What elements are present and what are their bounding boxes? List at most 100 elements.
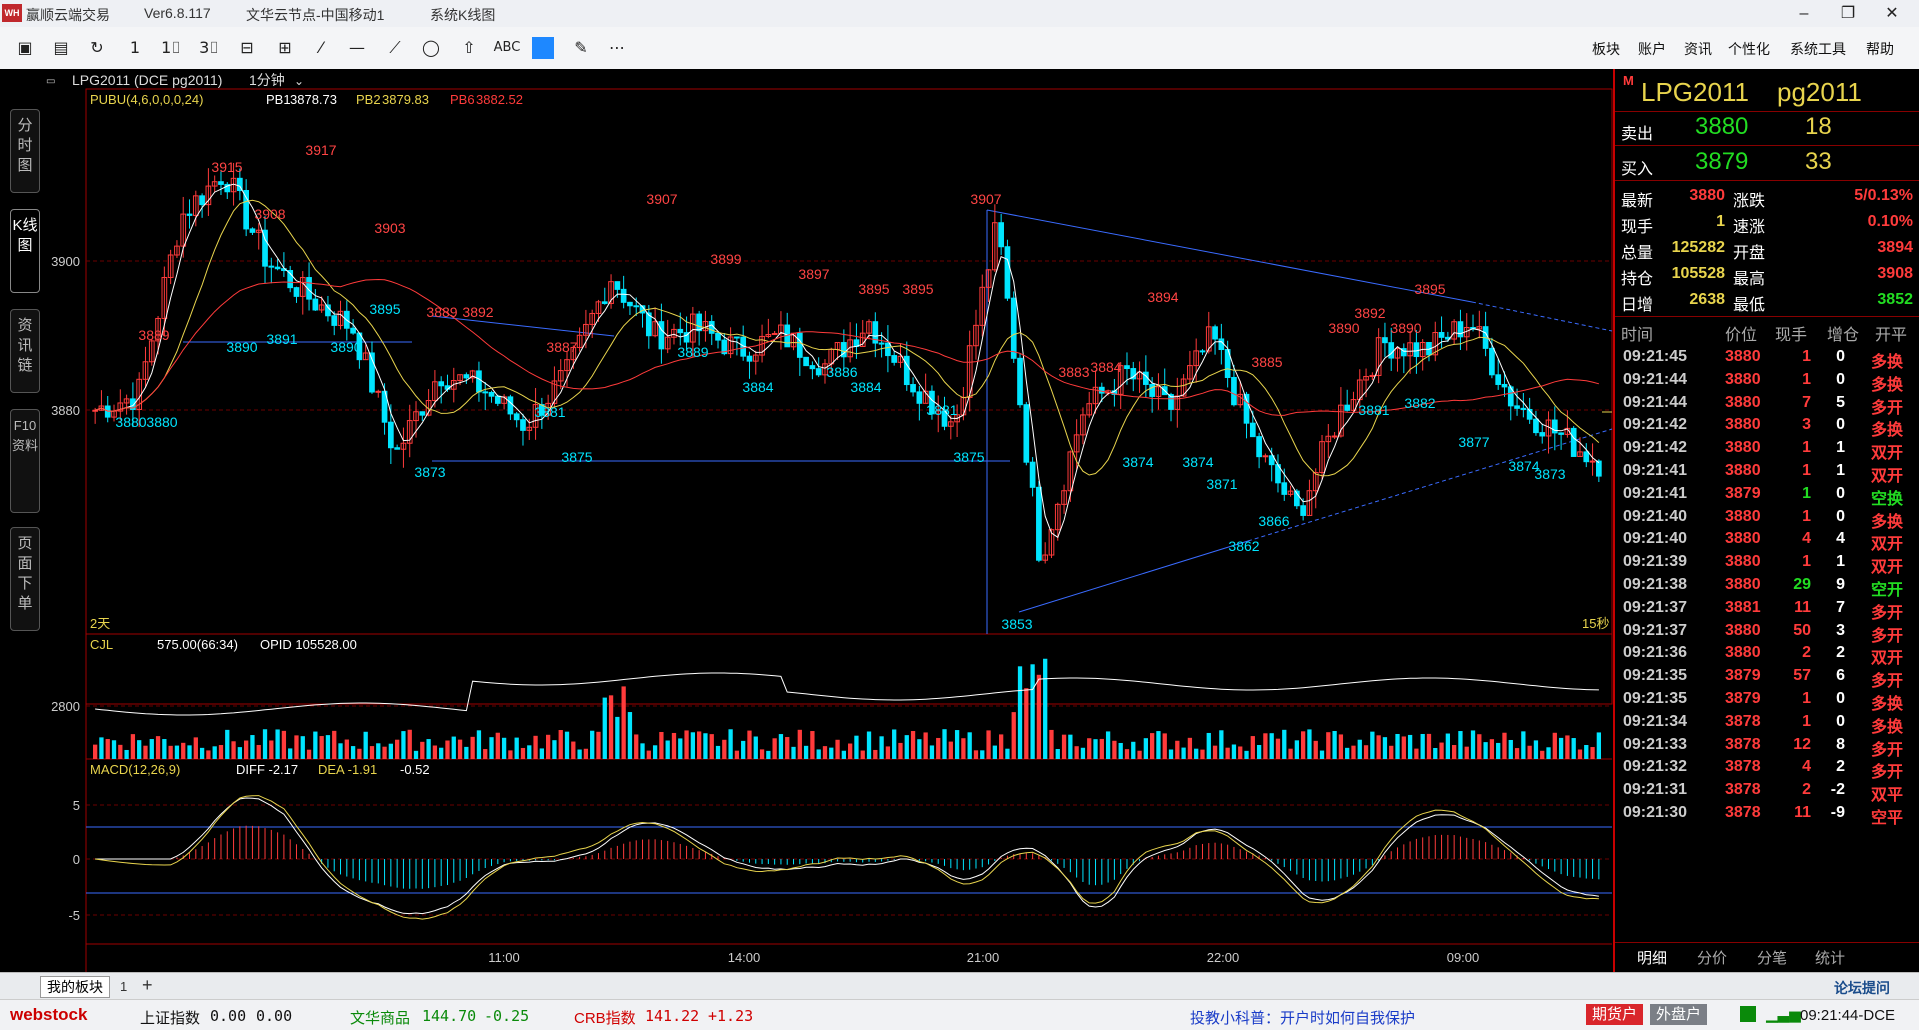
board-tab[interactable]: 我的板块 — [40, 976, 110, 998]
menu-account[interactable]: 账户 — [1638, 39, 1666, 59]
tick-row[interactable]: 09:21:38 3880 29 9 空开 — [1615, 574, 1919, 599]
menu-sectors[interactable]: 板块 — [1592, 39, 1620, 59]
high-label: 3897 — [798, 266, 829, 282]
high-label: 3894 — [1147, 289, 1178, 305]
eraser-icon[interactable]: ✎ — [568, 36, 594, 60]
tick-row[interactable]: 09:21:32 3878 4 2 多开 — [1615, 756, 1919, 781]
tick-row[interactable]: 09:21:34 3878 1 0 多换 — [1615, 711, 1919, 736]
tab-timeshare[interactable]: 分时图 — [10, 109, 40, 193]
layout-icon[interactable]: ▣ — [12, 36, 38, 60]
color-icon[interactable] — [532, 37, 554, 59]
forum-button[interactable]: 论坛提问 — [1834, 978, 1890, 998]
tick-row[interactable]: 09:21:44 3880 1 0 多换 — [1615, 369, 1919, 394]
tick-row[interactable]: 09:21:31 3878 2 -2 双平 — [1615, 779, 1919, 804]
kline-chart[interactable]: ▭ LPG2011 (DCE pg2011) 1分钟 ⌄ 3900 3880 2… — [42, 69, 1613, 972]
tick-row[interactable]: 09:21:42 3880 3 0 多换 — [1615, 414, 1919, 439]
foreign-account-button[interactable]: 外盘户 — [1650, 1004, 1708, 1025]
index2-value: 144.70 — [422, 1007, 477, 1025]
tick-row[interactable]: 09:21:37 3881 11 7 多开 — [1615, 597, 1919, 622]
menu-news[interactable]: 资讯 — [1684, 39, 1712, 59]
tick-time: 09:21:30 — [1623, 804, 1688, 821]
volume-bar — [1407, 734, 1413, 759]
volume-bar — [803, 745, 809, 759]
hline-tool-icon[interactable]: — — [344, 36, 370, 60]
tick-row[interactable]: 09:21:41 3879 1 0 空换 — [1615, 483, 1919, 508]
minimize-icon[interactable]: – — [1784, 2, 1824, 25]
tick-time: 09:21:35 — [1623, 690, 1688, 707]
chart-area[interactable]: ▭ LPG2011 (DCE pg2011) 1分钟 ⌄ 3900 3880 2… — [42, 69, 1613, 972]
low-label: 3873 — [1534, 466, 1565, 482]
tab-place-order[interactable]: 页面下单 — [10, 527, 40, 631]
menu-help[interactable]: 帮助 — [1866, 39, 1894, 59]
tick-row[interactable]: 09:21:33 3878 12 8 多开 — [1615, 734, 1919, 759]
main-indicator-name[interactable]: PUBU(4,6,0,0,0,24) — [90, 92, 203, 107]
tick-oi: -2 — [1830, 781, 1845, 799]
tick-oi: 5 — [1836, 393, 1845, 411]
tip-link[interactable]: 投教小科普：开户时如何自我保护 — [1190, 1007, 1415, 1028]
index2-name[interactable]: 文华商品 — [350, 1007, 410, 1028]
tick-row[interactable]: 09:21:40 3880 1 0 多换 — [1615, 506, 1919, 531]
tick-row[interactable]: 09:21:35 3879 1 0 多换 — [1615, 688, 1919, 713]
tab-f10[interactable]: F10资料 — [10, 409, 40, 513]
ellipse-tool-icon[interactable]: ◯ — [418, 36, 444, 60]
index3-name[interactable]: CRB指数 — [574, 1007, 636, 1028]
tick-row[interactable]: 09:21:30 3878 11 -9 空平 — [1615, 802, 1919, 827]
volume-bar — [527, 745, 532, 759]
tab-stats[interactable]: 统计 — [1815, 947, 1845, 968]
volume-bar — [1162, 733, 1167, 759]
volume-bar — [892, 729, 897, 759]
tick-row[interactable]: 09:21:41 3880 1 1 双开 — [1615, 460, 1919, 485]
cursor-icon[interactable]: 1 — [122, 36, 148, 60]
candle-icon[interactable]: 3⌷ — [196, 36, 222, 60]
tab-price-dist[interactable]: 分价 — [1697, 947, 1727, 968]
volume-bar — [1194, 748, 1199, 759]
tick-row[interactable]: 09:21:40 3880 4 4 双开 — [1615, 528, 1919, 553]
low-label: 3881 — [1358, 402, 1389, 418]
tick-row[interactable]: 09:21:39 3880 1 1 双开 — [1615, 551, 1919, 576]
tab-trades[interactable]: 分笔 — [1757, 947, 1787, 968]
refresh-icon[interactable]: ↻ — [84, 36, 110, 60]
tick-row[interactable]: 09:21:42 3880 1 1 双开 — [1615, 437, 1919, 462]
more-icon[interactable]: ⋯ — [604, 36, 630, 60]
split-icon[interactable]: ⊞ — [272, 36, 298, 60]
stat-label: 最低 — [1733, 297, 1766, 314]
pb2-value: 3879.83 — [382, 92, 429, 107]
save-icon[interactable]: ▤ — [48, 36, 74, 60]
text-tool-icon[interactable]: ABC — [490, 36, 524, 60]
bar-icon[interactable]: 1⌷ — [158, 36, 184, 60]
volume-bar — [1395, 733, 1400, 759]
index1-name[interactable]: 上证指数 — [140, 1007, 200, 1028]
board-page-num[interactable]: 1 — [120, 979, 127, 994]
futures-account-button[interactable]: 期货户 — [1586, 1004, 1644, 1025]
chart-period[interactable]: 1分钟 — [249, 72, 285, 88]
candle — [92, 409, 98, 412]
maximize-icon[interactable]: ❐ — [1828, 2, 1868, 25]
menu-system-tools[interactable]: 系统工具 — [1790, 39, 1846, 59]
volume-bar — [1521, 731, 1526, 759]
stat-row: 日增 2638 最低 3852 — [1615, 288, 1919, 314]
volume-bar — [489, 737, 494, 759]
tick-row[interactable]: 09:21:44 3880 7 5 多开 — [1615, 392, 1919, 417]
arrow-tool-icon[interactable]: ⇧ — [456, 36, 482, 60]
macd-indicator-name[interactable]: MACD(12,26,9) — [90, 762, 180, 777]
tab-newschain[interactable]: 资讯链 — [10, 309, 40, 393]
volume-bar — [1049, 729, 1054, 759]
bid-row[interactable]: 买入 3879 33 — [1615, 146, 1919, 181]
close-icon[interactable]: ✕ — [1872, 2, 1912, 25]
line-tool-icon[interactable]: ⁄ — [308, 36, 334, 60]
period-dropdown-icon[interactable]: ⌄ — [294, 74, 304, 88]
tick-row[interactable]: 09:21:37 3880 50 3 多开 — [1615, 620, 1919, 645]
menu-personalize[interactable]: 个性化 — [1728, 39, 1770, 59]
period-icon[interactable]: ⊟ — [234, 36, 260, 60]
add-board-button[interactable]: + — [142, 975, 153, 996]
vol-indicator-name[interactable]: CJL — [90, 637, 113, 652]
volume-bar — [546, 734, 551, 759]
tick-row[interactable]: 09:21:36 3880 2 2 双开 — [1615, 642, 1919, 667]
ask-row[interactable]: 卖出 3880 18 — [1615, 111, 1919, 146]
server-node[interactable]: 文华云节点-中国移动1 — [246, 5, 384, 25]
tab-kline[interactable]: K线图 — [10, 209, 40, 293]
tick-row[interactable]: 09:21:45 3880 1 0 多换 — [1615, 346, 1919, 371]
ray-tool-icon[interactable]: ⟋ — [382, 36, 408, 60]
tick-row[interactable]: 09:21:35 3879 57 6 多开 — [1615, 665, 1919, 690]
tab-detail[interactable]: 明细 — [1637, 947, 1667, 968]
